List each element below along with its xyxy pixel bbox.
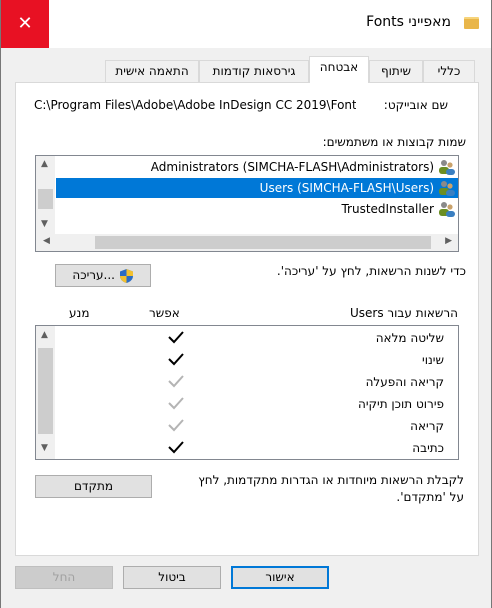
object-name-label: שם אובייקט: <box>383 98 448 112</box>
deny-column-header: מנע <box>69 306 90 320</box>
allow-check-icon <box>168 419 184 432</box>
group-name: TrustedInstaller <box>341 202 434 216</box>
close-button[interactable]: ✕ <box>1 0 49 48</box>
window-title: מאפייני Fonts <box>366 14 451 30</box>
properties-window: ✕ מאפייני Fonts כללי שיתוף אבטחה גירסאות… <box>0 0 492 608</box>
scroll-up-arrow-icon[interactable]: ▲ <box>41 330 48 340</box>
groups-listbox[interactable]: ▲ ▼ Administrators (SIMCHA-FLASH\Adminis… <box>35 155 459 252</box>
group-row-administrators[interactable]: Administrators (SIMCHA-FLASH\Administrat… <box>56 157 458 177</box>
allow-check-icon <box>168 441 184 454</box>
tab-general[interactable]: כללי <box>423 60 475 82</box>
advanced-hint-line1: לקבלת הרשאות מיוחדות או הגדרות מתקדמות, … <box>198 473 464 487</box>
permission-name: פירוט תוכן תיקיה <box>357 397 444 411</box>
scroll-right-arrow-icon[interactable]: ▶ <box>445 236 452 246</box>
tab-customize[interactable]: התאמה אישית <box>105 60 199 82</box>
users-group-icon <box>439 202 455 217</box>
tab-previous-versions[interactable]: גירסאות קודמות <box>199 60 309 82</box>
allow-check-icon <box>168 397 184 410</box>
permission-row: כתיבה <box>55 437 458 459</box>
groups-vertical-scrollbar[interactable]: ▲ ▼ <box>36 156 55 235</box>
users-group-icon <box>439 160 455 175</box>
allow-check-icon <box>168 331 184 344</box>
tab-security[interactable]: אבטחה <box>309 56 369 83</box>
permissions-list: ▲ ▼ שליטה מלאה שינוי קריאה והפעלה פירוט תוכ… <box>35 325 459 460</box>
permission-name: שליטה מלאה <box>375 331 444 345</box>
users-group-icon <box>439 181 455 196</box>
scroll-down-arrow-icon[interactable]: ▼ <box>41 219 48 229</box>
permission-row: קריאה <box>55 415 458 437</box>
permissions-header: הרשאות עבור Users <box>349 306 458 320</box>
close-icon: ✕ <box>17 13 33 34</box>
allow-check-icon <box>168 353 184 366</box>
tab-sharing[interactable]: שיתוף <box>369 60 423 82</box>
advanced-button[interactable]: מתקדם <box>35 475 152 498</box>
groups-label: שמות קבוצות או משתמשים: <box>322 135 466 149</box>
ok-button-label: אישור <box>265 570 295 584</box>
permissions-vertical-scrollbar[interactable]: ▲ ▼ <box>36 326 55 459</box>
title-bar: ✕ מאפייני Fonts <box>1 0 491 48</box>
edit-button-label: עריכה... <box>72 268 115 282</box>
cancel-button-label: ביטול <box>158 570 186 584</box>
cancel-button[interactable]: ביטול <box>123 566 221 589</box>
apply-button-label: החל <box>52 570 76 584</box>
edit-hint: כדי לשנות הרשאות, לחץ על 'עריכה'. <box>276 264 466 278</box>
tab-strip: כללי שיתוף אבטחה גירסאות קודמות התאמה אי… <box>105 56 475 83</box>
permission-name: קריאה <box>410 419 444 433</box>
permission-row: קריאה והפעלה <box>55 371 458 393</box>
permission-name: כתיבה <box>412 441 444 455</box>
group-row-users[interactable]: Users (SIMCHA-FLASH\Users) <box>56 178 458 198</box>
advanced-button-label: מתקדם <box>73 479 114 493</box>
permission-row: שליטה מלאה <box>55 327 458 349</box>
tab-label: התאמה אישית <box>115 64 189 78</box>
permission-row: שינוי <box>55 349 458 371</box>
apply-button[interactable]: החל <box>15 566 113 589</box>
group-row-trustedinstaller[interactable]: TrustedInstaller <box>56 199 458 219</box>
scroll-thumb[interactable] <box>38 189 53 209</box>
object-name-value: C:\Program Files\Adobe\Adobe InDesign CC… <box>34 98 356 112</box>
edit-button[interactable]: עריכה... <box>55 264 151 287</box>
allow-column-header: אפשר <box>149 306 180 320</box>
scroll-left-arrow-icon[interactable]: ◀ <box>43 236 50 246</box>
scroll-up-arrow-icon[interactable]: ▲ <box>41 159 48 169</box>
ok-button[interactable]: אישור <box>231 566 329 589</box>
groups-horizontal-scrollbar[interactable]: ◀ ▶ <box>36 234 458 251</box>
allow-check-icon <box>168 375 184 388</box>
shield-icon <box>120 269 133 283</box>
permission-name: קריאה והפעלה <box>365 375 444 389</box>
scroll-down-arrow-icon[interactable]: ▼ <box>41 443 48 453</box>
permission-row: פירוט תוכן תיקיה <box>55 393 458 415</box>
advanced-hint-line2: על 'מתקדם'. <box>396 490 464 504</box>
tab-label: אבטחה <box>319 60 359 74</box>
scroll-thumb[interactable] <box>95 236 431 249</box>
tab-label: שיתוף <box>380 64 412 78</box>
tab-label: גירסאות קודמות <box>212 64 296 78</box>
tab-label: כללי <box>437 64 461 78</box>
group-name: Users (SIMCHA-FLASH\Users) <box>259 181 434 195</box>
permission-name: שינוי <box>422 353 444 367</box>
folder-icon <box>464 17 479 29</box>
security-panel: שם אובייקט: C:\Program Files\Adobe\Adobe… <box>15 82 479 556</box>
group-name: Administrators (SIMCHA-FLASH\Administrat… <box>150 160 434 174</box>
scroll-thumb[interactable] <box>38 348 53 434</box>
